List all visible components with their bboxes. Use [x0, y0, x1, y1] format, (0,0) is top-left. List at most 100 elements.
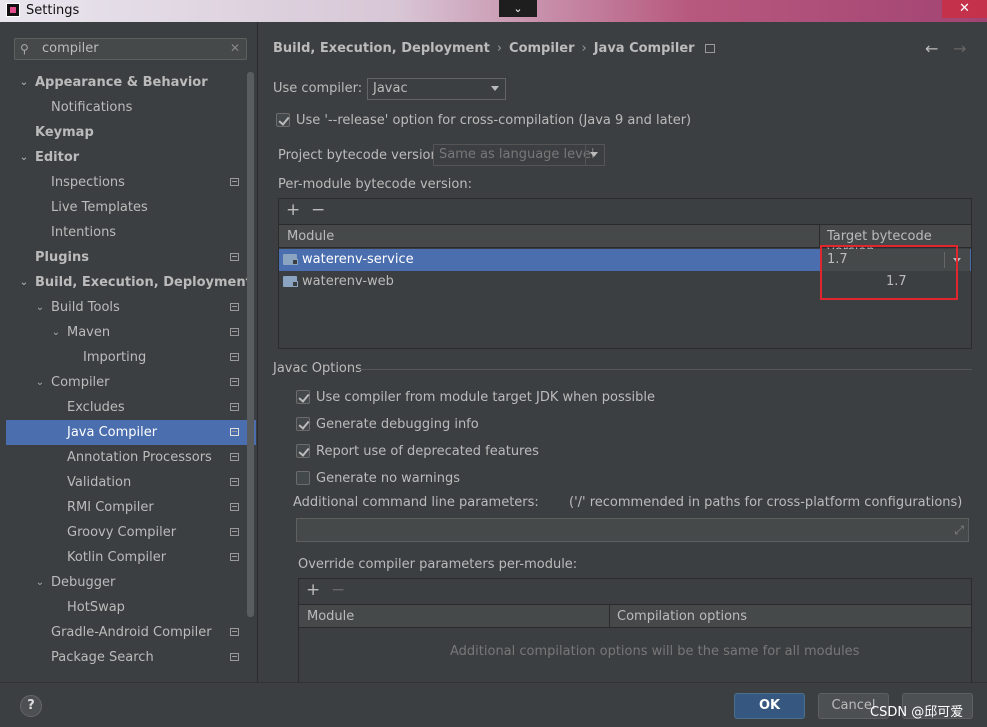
option-checkbox-debug-info[interactable]	[296, 417, 310, 431]
highlight-annotation	[820, 245, 958, 300]
chevron-down-icon[interactable]: ⌄	[18, 270, 30, 295]
sidebar-item-annotation-processors[interactable]: Annotation Processors	[6, 445, 256, 470]
column-header-options[interactable]: Compilation options	[617, 609, 747, 624]
sidebar-item-importing[interactable]: Importing	[6, 345, 256, 370]
chevron-down-icon[interactable]: ⌄	[34, 570, 46, 595]
sidebar-item-label: Editor	[35, 150, 80, 165]
column-header-module[interactable]: Module	[307, 609, 354, 624]
chevron-down-icon[interactable]: ⌄	[50, 320, 62, 345]
project-scope-icon	[230, 353, 239, 361]
sidebar-item-validation[interactable]: Validation	[6, 470, 256, 495]
chevron-down-icon[interactable]: ⌄	[18, 70, 30, 95]
settings-sidebar: ⚲ compiler ✕ ⌄ Appearance & Behavior Not…	[0, 22, 258, 682]
expand-icon[interactable]: ⤢	[954, 523, 964, 538]
sidebar-item-label: Importing	[83, 350, 147, 365]
sidebar-item-label: Kotlin Compiler	[67, 550, 167, 565]
table-header: Module Compilation options	[299, 604, 971, 628]
sidebar-item-label: Gradle-Android Compiler	[51, 625, 212, 640]
add-icon[interactable]: +	[306, 580, 320, 600]
sidebar-item-excludes[interactable]: Excludes	[6, 395, 256, 420]
sidebar-item-package-search[interactable]: Package Search	[6, 645, 256, 670]
search-icon: ⚲	[20, 42, 29, 56]
ok-button[interactable]: OK	[734, 693, 805, 719]
sidebar-item-intentions[interactable]: Intentions	[6, 220, 256, 245]
release-option-checkbox[interactable]	[276, 113, 290, 127]
chevron-down-icon[interactable]: ⌄	[18, 145, 30, 170]
use-compiler-select[interactable]: Javac	[367, 78, 506, 100]
help-button[interactable]: ?	[20, 695, 42, 717]
settings-content: Build, Execution, Deployment › Compiler › Ja…	[258, 22, 987, 682]
chevron-down-icon	[590, 152, 598, 157]
sidebar-item-label: RMI Compiler	[67, 500, 154, 515]
sidebar-scrollbar[interactable]	[247, 72, 254, 617]
sidebar-item-groovy-compiler[interactable]: Groovy Compiler	[6, 520, 256, 545]
project-scope-icon	[230, 628, 239, 636]
sidebar-item-label: Appearance & Behavior	[35, 75, 208, 90]
clear-search-icon[interactable]: ✕	[230, 41, 240, 55]
project-scope-icon	[230, 453, 239, 461]
breadcrumb-item[interactable]: Build, Execution, Deployment	[273, 41, 490, 56]
sidebar-item-appearance-behavior[interactable]: ⌄ Appearance & Behavior	[6, 70, 256, 95]
sidebar-item-compiler[interactable]: ⌄ Compiler	[6, 370, 256, 395]
per-module-label: Per-module bytecode version:	[278, 177, 472, 192]
sidebar-item-plugins[interactable]: Plugins	[6, 245, 256, 270]
sidebar-item-live-templates[interactable]: Live Templates	[6, 195, 256, 220]
chevron-down-icon[interactable]: ⌄	[34, 370, 46, 395]
option-checkbox-deprecated[interactable]	[296, 444, 310, 458]
option-label: Use compiler from module target JDK when…	[316, 390, 655, 405]
override-label: Override compiler parameters per-module:	[298, 557, 578, 572]
sidebar-item-maven[interactable]: ⌄ Maven	[6, 320, 256, 345]
javac-options-title: Javac Options	[273, 361, 362, 376]
sidebar-item-label: Java Compiler	[67, 425, 158, 440]
table-toolbar: + −	[279, 199, 971, 224]
project-scope-icon	[230, 178, 239, 186]
use-compiler-label: Use compiler:	[273, 81, 363, 96]
sidebar-item-debugger[interactable]: ⌄ Debugger	[6, 570, 256, 595]
chevron-down-icon[interactable]: ⌄	[499, 0, 537, 17]
project-bytecode-select[interactable]: Same as language level	[433, 144, 605, 166]
sidebar-item-label: Annotation Processors	[67, 450, 212, 465]
sidebar-item-label: Build, Execution, Deployment	[35, 275, 252, 290]
release-option-label: Use '--release' option for cross-compila…	[296, 113, 692, 128]
group-divider	[359, 369, 972, 370]
sidebar-item-build-execution-deployment[interactable]: ⌄ Build, Execution, Deployment	[6, 270, 256, 295]
sidebar-item-gradle-android-compiler[interactable]: Gradle-Android Compiler	[6, 620, 256, 645]
sidebar-item-label: Live Templates	[51, 200, 148, 215]
remove-icon[interactable]: −	[311, 200, 325, 220]
breadcrumb-separator: ›	[496, 41, 503, 56]
sidebar-item-label: Notifications	[51, 100, 133, 115]
close-window-button[interactable]: ✕	[942, 0, 987, 18]
breadcrumb-item[interactable]: Compiler	[509, 41, 574, 56]
option-checkbox-module-jdk[interactable]	[296, 390, 310, 404]
sidebar-item-hotswap[interactable]: HotSwap	[6, 595, 256, 620]
forward-arrow-icon[interactable]: →	[953, 39, 966, 58]
settings-search-input[interactable]: ⚲ compiler ✕	[14, 38, 247, 60]
sidebar-item-keymap[interactable]: Keymap	[6, 120, 256, 145]
sidebar-item-java-compiler[interactable]: Java Compiler	[6, 420, 256, 445]
option-checkbox-no-warnings[interactable]	[296, 471, 310, 485]
additional-params-hint: ('/' recommended in paths for cross-plat…	[569, 495, 963, 510]
sidebar-item-label: Plugins	[35, 250, 89, 265]
sidebar-item-inspections[interactable]: Inspections	[6, 170, 256, 195]
column-header-module[interactable]: Module	[287, 229, 334, 244]
sidebar-item-editor[interactable]: ⌄ Editor	[6, 145, 256, 170]
project-scope-icon	[230, 378, 239, 386]
module-folder-icon	[283, 276, 298, 287]
sidebar-item-rmi-compiler[interactable]: RMI Compiler	[6, 495, 256, 520]
project-scope-icon	[230, 328, 239, 336]
chevron-down-icon[interactable]: ⌄	[34, 295, 46, 320]
add-icon[interactable]: +	[286, 200, 300, 220]
additional-params-input[interactable]: ⤢	[296, 518, 969, 542]
sidebar-item-label: Intentions	[51, 225, 117, 240]
project-bytecode-value: Same as language level	[439, 147, 595, 162]
additional-params-label: Additional command line parameters:	[293, 495, 539, 510]
sidebar-item-notifications[interactable]: Notifications	[6, 95, 256, 120]
back-arrow-icon[interactable]: ←	[925, 39, 938, 58]
sidebar-item-label: Inspections	[51, 175, 125, 190]
sidebar-item-kotlin-compiler[interactable]: Kotlin Compiler	[6, 545, 256, 570]
sidebar-item-build-tools[interactable]: ⌄ Build Tools	[6, 295, 256, 320]
project-scope-icon	[230, 553, 239, 561]
project-scope-icon	[704, 44, 715, 53]
sidebar-item-label: HotSwap	[67, 600, 125, 615]
column-divider	[609, 605, 610, 628]
